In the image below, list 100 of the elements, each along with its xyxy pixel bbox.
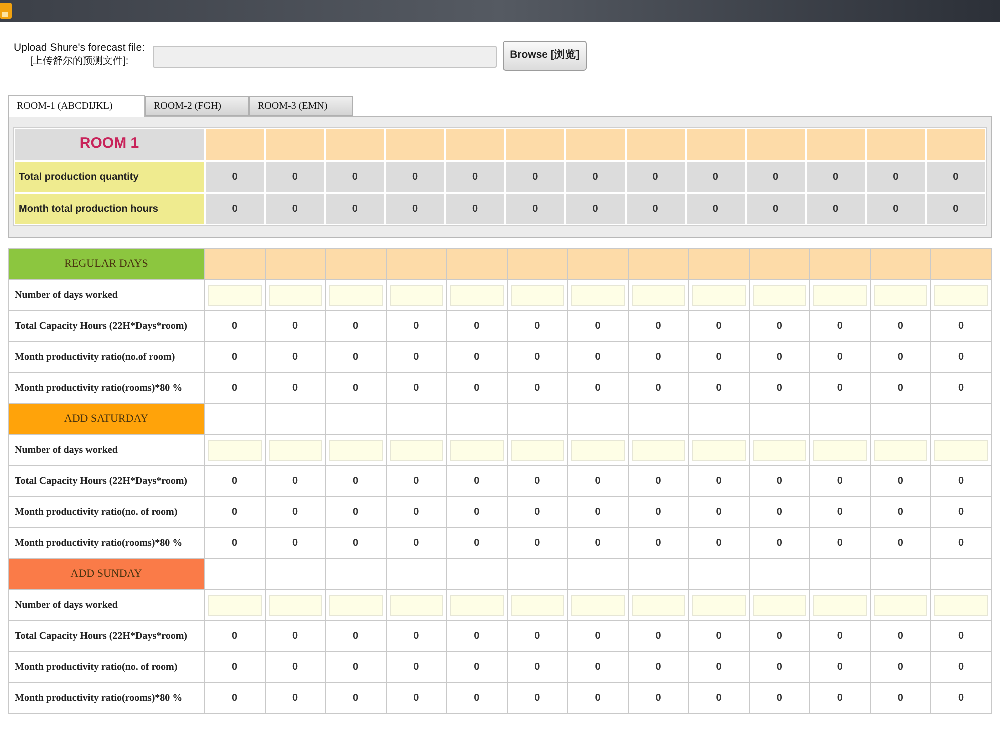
input-field[interactable] — [692, 284, 746, 306]
header-cell — [866, 129, 925, 160]
table-cell: 0 — [866, 162, 925, 192]
input-field[interactable] — [208, 594, 262, 616]
row-label: Month productivity ratio(rooms)*80 % — [9, 528, 204, 558]
table-cell: 0 — [931, 683, 991, 713]
input-field[interactable] — [390, 440, 444, 460]
input-field[interactable] — [752, 284, 806, 306]
table-cell: 0 — [689, 466, 749, 496]
tab[interactable]: ROOM-2 (FGH) — [145, 96, 249, 116]
table-cell: 0 — [810, 342, 870, 372]
input-field[interactable] — [450, 594, 504, 616]
input-field[interactable] — [208, 284, 262, 306]
table-cell: 0 — [386, 194, 444, 224]
input-field[interactable] — [571, 594, 625, 616]
input-field[interactable] — [571, 284, 625, 306]
table-cell: 0 — [746, 194, 805, 224]
table-cell: 0 — [205, 311, 265, 341]
row-label: Total production quantity — [15, 162, 204, 192]
table-cell: 0 — [686, 194, 745, 224]
input-field[interactable] — [450, 284, 504, 306]
table-cell: 0 — [447, 342, 507, 372]
input-field[interactable] — [813, 440, 867, 460]
section-header: ADD SUNDAY — [9, 559, 204, 589]
table-cell: 0 — [750, 373, 810, 403]
input-field[interactable] — [329, 284, 383, 306]
table-cell: 0 — [750, 621, 810, 651]
section-header: REGULAR DAYS — [9, 249, 204, 279]
input-field[interactable] — [934, 440, 988, 460]
table-cell: 0 — [568, 342, 628, 372]
table-cell: 0 — [205, 528, 265, 558]
table-cell: 0 — [689, 528, 749, 558]
table-cell: 0 — [326, 652, 386, 682]
table-cell: 0 — [326, 311, 386, 341]
table-cell: 0 — [628, 466, 688, 496]
input-field[interactable] — [329, 440, 383, 460]
input-field[interactable] — [934, 284, 988, 306]
table-cell: 0 — [326, 194, 384, 224]
input-field[interactable] — [268, 284, 322, 306]
browse-button[interactable]: Browse [浏览] — [503, 41, 587, 71]
tab[interactable]: ROOM-1 (ABCDIJKL) — [8, 95, 145, 117]
table-cell: 0 — [686, 162, 745, 192]
input-field[interactable] — [632, 284, 686, 306]
table-cell: 0 — [266, 528, 326, 558]
input-field[interactable] — [510, 594, 564, 616]
row-label: Month productivity ratio(rooms)*80 % — [9, 683, 204, 713]
table-cell: 0 — [689, 621, 749, 651]
table-cell: 0 — [750, 528, 810, 558]
table-cell: 0 — [931, 373, 991, 403]
input-field[interactable] — [450, 440, 504, 460]
table-cell: 0 — [568, 497, 628, 527]
table-cell: 0 — [386, 652, 446, 682]
input-field[interactable] — [268, 594, 322, 616]
table-cell: 0 — [386, 621, 446, 651]
input-field[interactable] — [874, 594, 928, 616]
room-title: ROOM 1 — [15, 129, 204, 160]
input-field[interactable] — [874, 284, 928, 306]
input-field[interactable] — [692, 440, 746, 460]
table-cell: 0 — [326, 528, 386, 558]
input-field[interactable] — [692, 594, 746, 616]
table-cell: 0 — [446, 194, 504, 224]
input-field[interactable] — [268, 440, 322, 460]
tab[interactable]: ROOM-3 (EMN) — [249, 96, 353, 116]
table-cell: 0 — [206, 162, 264, 192]
table-cell: 0 — [866, 194, 925, 224]
table-cell: 0 — [926, 194, 985, 224]
input-field[interactable] — [813, 594, 867, 616]
input-field[interactable] — [390, 594, 444, 616]
table-cell: 0 — [750, 311, 810, 341]
table-cell: 0 — [810, 373, 870, 403]
table-cell: 0 — [326, 466, 386, 496]
input-field[interactable] — [632, 440, 686, 460]
table-cell: 0 — [750, 652, 810, 682]
table-cell: 0 — [931, 342, 991, 372]
table-cell: 0 — [810, 683, 870, 713]
table-cell: 0 — [810, 621, 870, 651]
header-cell — [386, 129, 444, 160]
table-cell: 0 — [810, 311, 870, 341]
input-field[interactable] — [813, 284, 867, 306]
input-field[interactable] — [874, 440, 928, 460]
input-field[interactable] — [632, 594, 686, 616]
table-cell: 0 — [447, 652, 507, 682]
table-cell: 0 — [326, 621, 386, 651]
input-field[interactable] — [390, 284, 444, 306]
row-label: Month productivity ratio(no.of room) — [9, 342, 204, 372]
input-field[interactable] — [510, 284, 564, 306]
input-field[interactable] — [571, 440, 625, 460]
input-field[interactable] — [934, 594, 988, 616]
table-cell: 0 — [568, 528, 628, 558]
table-cell: 0 — [266, 683, 326, 713]
input-field[interactable] — [510, 440, 564, 460]
header-cell — [326, 129, 384, 160]
input-field[interactable] — [752, 594, 806, 616]
input-field[interactable] — [752, 440, 806, 460]
file-path-field[interactable] — [153, 46, 497, 68]
input-field[interactable] — [329, 594, 383, 616]
table-cell: 0 — [508, 497, 568, 527]
table-cell: 0 — [870, 621, 930, 651]
input-field[interactable] — [208, 440, 262, 460]
table-cell: 0 — [266, 342, 326, 372]
